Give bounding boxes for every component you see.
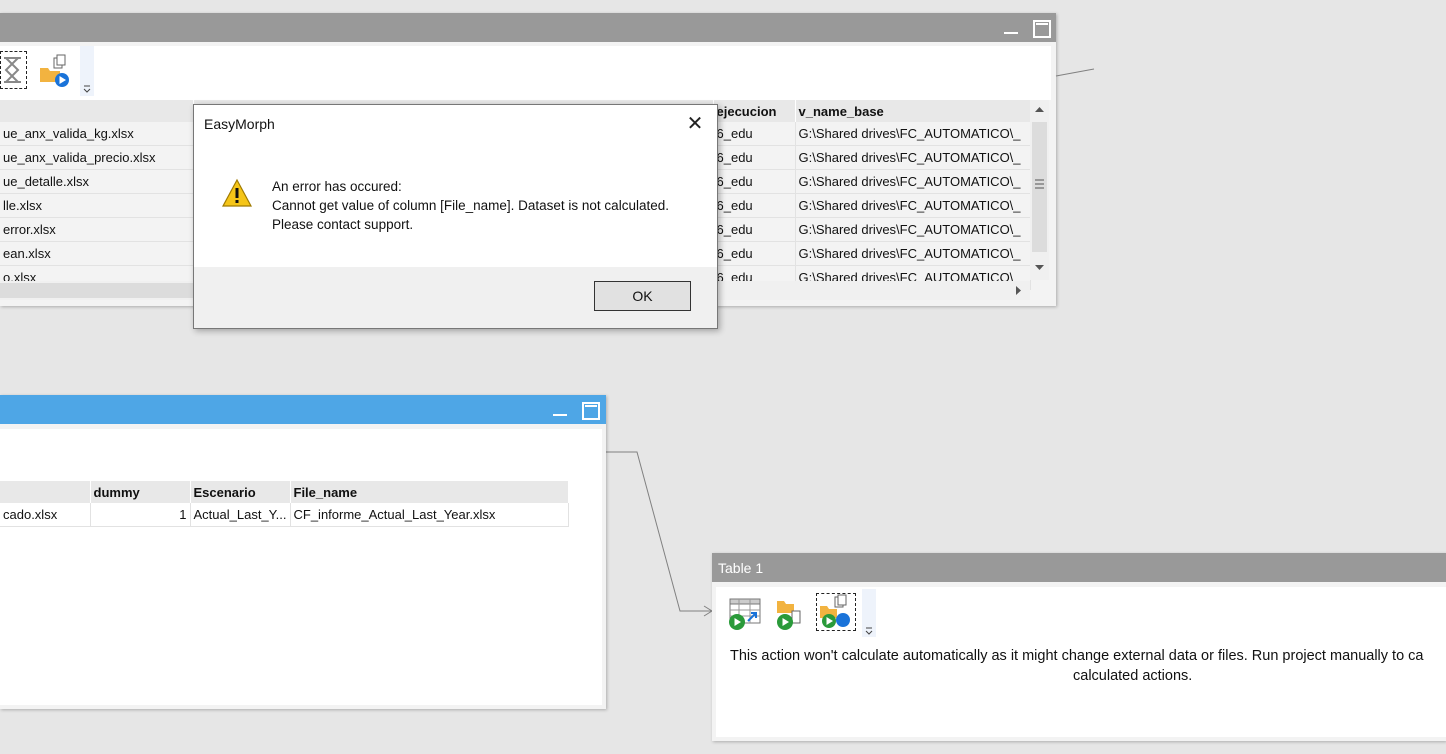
dialog-message: An error has occured: Cannot get value o… [272, 177, 669, 234]
ok-button[interactable]: OK [594, 281, 691, 311]
table1-titlebar[interactable]: Table 1 [712, 553, 1446, 582]
toolbar-overflow-icon[interactable] [862, 589, 876, 637]
warning-icon [221, 178, 253, 208]
folder-copy-run-icon[interactable] [816, 593, 856, 631]
table-header-row: dummy Escenario File_name [0, 481, 569, 503]
error-dialog: EasyMorph ✕ An error has occured: Cannot… [193, 104, 718, 329]
folder-run-icon[interactable] [774, 597, 808, 631]
column-header[interactable]: Escenario [190, 481, 291, 503]
table1-title: Table 1 [718, 560, 764, 576]
dialog-footer: OK [194, 267, 717, 328]
column-header[interactable] [0, 481, 91, 503]
column-header[interactable]: dummy [90, 481, 191, 503]
table-row[interactable]: cado.xlsx 1 Actual_Last_Y... CF_informe_… [0, 503, 569, 527]
message-line: Cannot get value of column [File_name]. … [272, 198, 669, 213]
close-icon[interactable]: ✕ [684, 114, 706, 136]
table-cell[interactable]: cado.xlsx [0, 503, 91, 527]
message-line: This action won't calculate automaticall… [730, 648, 1424, 664]
column-header[interactable]: File_name [290, 481, 569, 503]
table-cell[interactable]: 1 [90, 503, 191, 527]
message-line: Please contact support. [272, 217, 414, 232]
left-panel-body: dummy Escenario File_name cado.xlsx 1 Ac… [0, 429, 602, 705]
manual-run-message: This action won't calculate automaticall… [716, 646, 1446, 686]
selected-action-panel: dummy Escenario File_name cado.xlsx 1 Ac… [0, 395, 606, 709]
maximize-icon[interactable] [582, 402, 600, 420]
table-export-run-icon[interactable] [728, 597, 762, 631]
left-data-grid: dummy Escenario File_name cado.xlsx 1 Ac… [0, 481, 569, 527]
message-line: calculated actions. [1073, 668, 1193, 684]
left-panel-titlebar[interactable] [0, 395, 606, 424]
table-cell[interactable]: CF_informe_Actual_Last_Year.xlsx [290, 503, 569, 527]
dialog-title: EasyMorph [204, 116, 275, 132]
message-line: An error has occured: [272, 179, 402, 194]
table-cell[interactable]: Actual_Last_Y... [190, 503, 291, 527]
minimize-icon[interactable] [551, 401, 569, 419]
